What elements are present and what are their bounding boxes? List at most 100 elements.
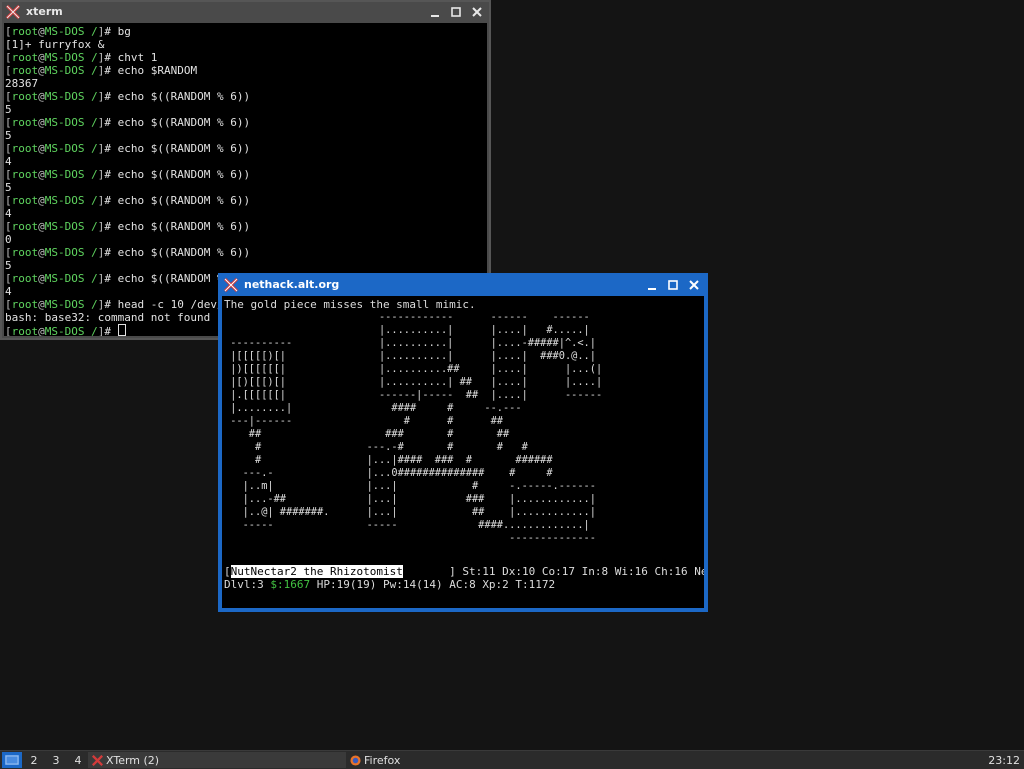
text-cursor <box>117 324 126 336</box>
maximize-button[interactable] <box>664 277 682 293</box>
prompt-lb: [ <box>5 298 12 311</box>
prompt-command: echo $((RANDOM % 6)) <box>117 194 251 207</box>
terminal-output-line: [1]+ furryfox & <box>5 38 105 51</box>
prompt-user: root <box>11 64 39 77</box>
map-row: ---.- |...0############## # # <box>224 467 553 479</box>
prompt-user: root <box>11 246 39 259</box>
map-row: |..@| #######. |...| ## |............| <box>224 506 596 518</box>
map-row: ----- ----- ####.............| <box>224 519 590 531</box>
prompt-path: / <box>84 246 98 259</box>
prompt-host: MS-DOS <box>44 194 85 207</box>
map-row: |...-## |...| ### |............| <box>224 493 596 505</box>
prompt-at: @ <box>38 64 45 77</box>
prompt-lb: [ <box>5 64 12 77</box>
map-row: |.[[[[[[| ------|----- ## |....| ------ <box>224 389 603 401</box>
maximize-icon <box>451 6 461 17</box>
map-row: # ---.-# # # # <box>224 441 528 453</box>
close-button[interactable] <box>685 277 703 293</box>
terminal-prompt-line: [root@MS-DOS /]# echo $((RANDOM % 6)) <box>5 194 486 207</box>
prompt-user: root <box>11 272 39 285</box>
prompt-host: MS-DOS <box>44 272 85 285</box>
terminal-output-line: 5 <box>5 181 12 194</box>
prompt-host: MS-DOS <box>44 325 85 336</box>
prompt-at: @ <box>38 90 45 103</box>
clock: 23:12 <box>988 753 1020 767</box>
prompt-path: / <box>84 51 98 64</box>
nethack-titlebar[interactable]: nethack.alt.org <box>220 275 706 294</box>
task-xterm[interactable]: XTerm (2) <box>88 752 346 768</box>
xterm-titlebar[interactable]: xterm <box>2 2 489 21</box>
task-firefox[interactable]: Firefox <box>346 752 404 768</box>
minimize-button[interactable] <box>426 4 444 20</box>
prompt-sym: # <box>104 90 118 103</box>
terminal-prompt-line: [root@MS-DOS /]# bg <box>5 25 486 38</box>
prompt-path: / <box>84 220 98 233</box>
prompt-lb: [ <box>5 168 12 181</box>
prompt-sym: # <box>104 25 118 38</box>
close-icon <box>472 6 482 17</box>
workspace-3[interactable]: 3 <box>46 752 66 768</box>
terminal-prompt-line: [root@MS-DOS /]# echo $((RANDOM % 6)) <box>5 142 486 155</box>
nethack-terminal[interactable]: The gold piece misses the small mimic. -… <box>222 296 704 608</box>
maximize-button[interactable] <box>447 4 465 20</box>
prompt-user: root <box>11 220 39 233</box>
prompt-command: echo $RANDOM <box>117 64 198 77</box>
prompt-sym: # <box>104 246 118 259</box>
map-row: ---------- |..........| |....-#####|^.<.… <box>224 337 596 349</box>
window-title: xterm <box>26 5 63 18</box>
prompt-lb: [ <box>5 220 12 233</box>
prompt-user: root <box>11 325 39 336</box>
prompt-path: / <box>84 168 98 181</box>
prompt-user: root <box>11 142 39 155</box>
prompt-command: echo $((RANDOM % 6)) <box>117 116 251 129</box>
map-row: -------------- <box>224 532 596 544</box>
map-row: # |...|#### ### # ###### <box>224 454 553 466</box>
prompt-path: / <box>84 272 98 285</box>
terminal-output-line: 5 <box>5 103 12 116</box>
x-logo-icon <box>92 754 103 766</box>
prompt-lb: [ <box>5 194 12 207</box>
prompt-host: MS-DOS <box>44 220 85 233</box>
prompt-command: echo $((RANDOM % 6)) <box>117 246 251 259</box>
prompt-command: echo $((RANDOM % 6)) <box>117 168 251 181</box>
prompt-path: / <box>84 25 98 38</box>
prompt-at: @ <box>38 298 45 311</box>
prompt-at: @ <box>38 272 45 285</box>
prompt-user: root <box>11 168 39 181</box>
prompt-at: @ <box>38 25 45 38</box>
prompt-at: @ <box>38 220 45 233</box>
terminal-output-line: 5 <box>5 259 12 272</box>
prompt-at: @ <box>38 246 45 259</box>
status-line-2: Dlvl:3 $:1667 HP:19(19) Pw:14(14) AC:8 X… <box>224 578 702 591</box>
map-row: ---|------ # # ## <box>224 415 503 427</box>
prompt-command: echo $((RANDOM % 6)) <box>117 220 251 233</box>
terminal-prompt-line: [root@MS-DOS /]# echo $((RANDOM % 6)) <box>5 220 486 233</box>
workspace-4[interactable]: 4 <box>68 752 88 768</box>
prompt-host: MS-DOS <box>44 298 85 311</box>
minimize-icon <box>648 287 656 290</box>
prompt-user: root <box>11 25 39 38</box>
prompt-at: @ <box>38 142 45 155</box>
nethack-window[interactable]: nethack.alt.org The gold piece misses th… <box>218 273 708 612</box>
prompt-at: @ <box>38 116 45 129</box>
workspace-1[interactable] <box>2 752 22 768</box>
window-title: nethack.alt.org <box>244 278 340 291</box>
prompt-at: @ <box>38 325 45 336</box>
prompt-lb: [ <box>5 142 12 155</box>
prompt-at: @ <box>38 51 45 64</box>
prompt-user: root <box>11 298 39 311</box>
prompt-command: bg <box>117 25 131 38</box>
close-icon <box>689 279 699 290</box>
terminal-prompt-line: [root@MS-DOS /]# echo $((RANDOM % 6)) <box>5 90 486 103</box>
workspace-2[interactable]: 2 <box>24 752 44 768</box>
minimize-button[interactable] <box>643 277 661 293</box>
prompt-at: @ <box>38 168 45 181</box>
maximize-icon <box>668 279 678 290</box>
prompt-host: MS-DOS <box>44 116 85 129</box>
close-button[interactable] <box>468 4 486 20</box>
prompt-host: MS-DOS <box>44 51 85 64</box>
x-logo-icon <box>6 4 20 19</box>
prompt-path: / <box>84 90 98 103</box>
prompt-lb: [ <box>5 116 12 129</box>
prompt-sym: # <box>104 298 118 311</box>
